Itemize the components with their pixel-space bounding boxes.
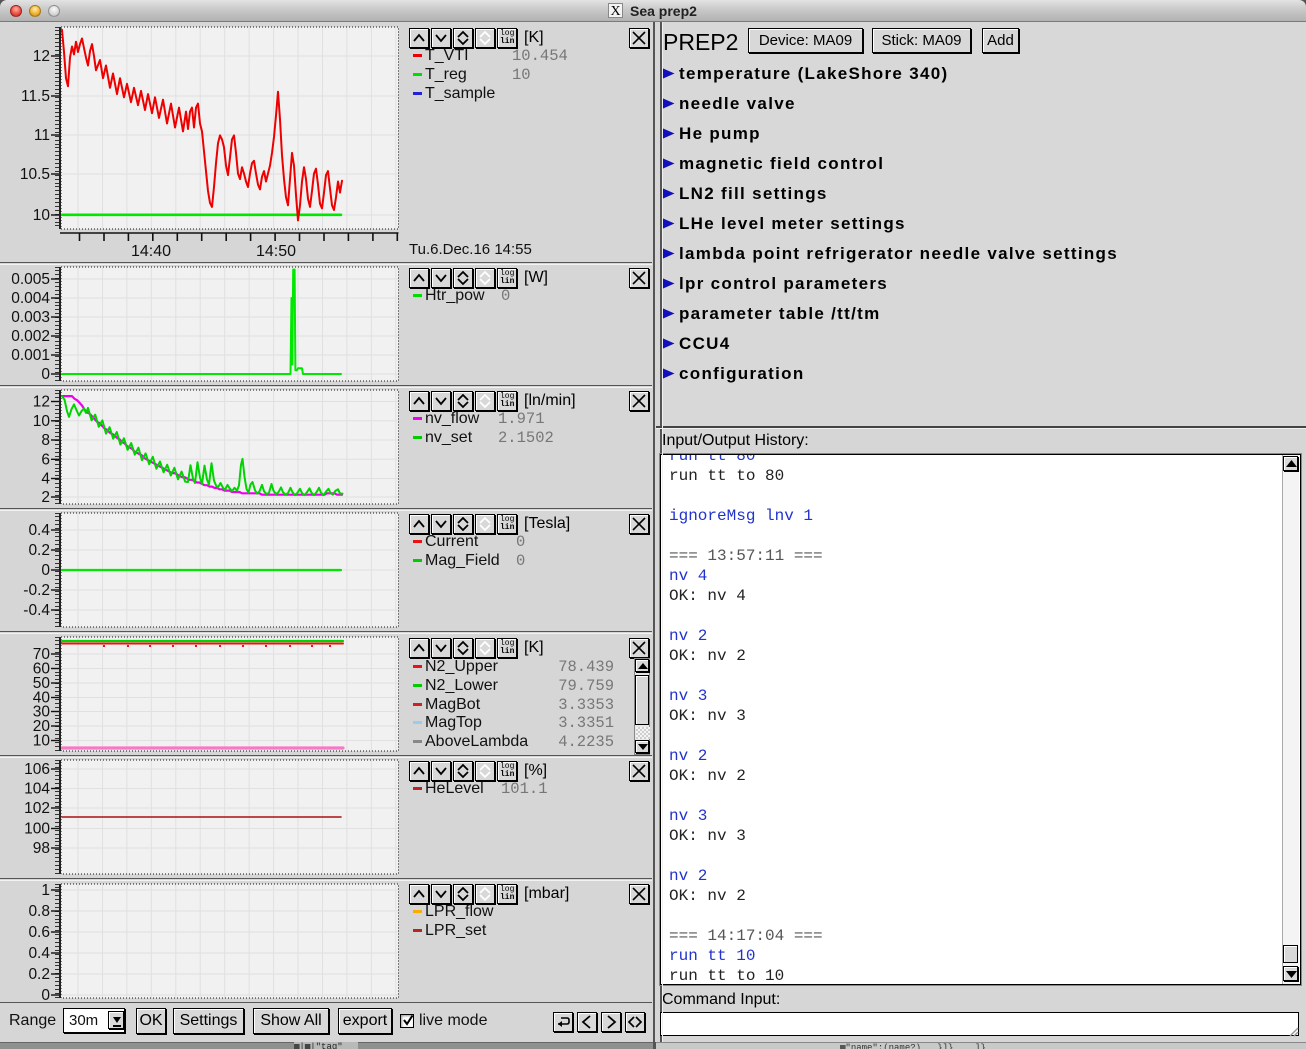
- svg-text:11: 11: [34, 127, 50, 144]
- svg-text:10.5: 10.5: [20, 166, 50, 183]
- svg-text:6: 6: [41, 451, 50, 468]
- svg-text:-0.2: -0.2: [23, 582, 50, 599]
- svg-text:12: 12: [33, 48, 50, 65]
- svg-text:104: 104: [24, 781, 50, 798]
- svg-text:0.4: 0.4: [28, 945, 50, 962]
- svg-text:10: 10: [33, 207, 51, 224]
- svg-text:1: 1: [41, 882, 50, 899]
- svg-text:0.005: 0.005: [11, 271, 50, 288]
- svg-text:0.004: 0.004: [11, 290, 50, 307]
- svg-text:0.2: 0.2: [28, 542, 50, 559]
- svg-text:100: 100: [24, 821, 50, 838]
- svg-text:0: 0: [41, 562, 50, 579]
- svg-text:12: 12: [33, 394, 50, 411]
- svg-text:0: 0: [41, 366, 50, 383]
- svg-text:0.4: 0.4: [28, 522, 50, 539]
- svg-text:0.003: 0.003: [11, 309, 50, 326]
- svg-text:11.5: 11.5: [21, 88, 50, 105]
- svg-text:98: 98: [33, 840, 50, 857]
- svg-text:10: 10: [33, 413, 51, 430]
- svg-text:102: 102: [24, 800, 50, 817]
- svg-text:4: 4: [41, 471, 50, 488]
- svg-text:8: 8: [41, 432, 50, 449]
- svg-text:-0.4: -0.4: [23, 602, 50, 619]
- svg-text:0.8: 0.8: [28, 903, 50, 920]
- svg-text:10: 10: [33, 733, 51, 750]
- svg-text:0.2: 0.2: [28, 966, 50, 983]
- svg-text:106: 106: [24, 761, 50, 778]
- svg-text:14:40: 14:40: [131, 243, 171, 260]
- svg-text:0.6: 0.6: [28, 924, 50, 941]
- svg-text:14:50: 14:50: [256, 243, 296, 260]
- svg-text:0.001: 0.001: [11, 347, 50, 364]
- svg-text:2: 2: [41, 489, 50, 506]
- svg-text:0.002: 0.002: [11, 328, 50, 345]
